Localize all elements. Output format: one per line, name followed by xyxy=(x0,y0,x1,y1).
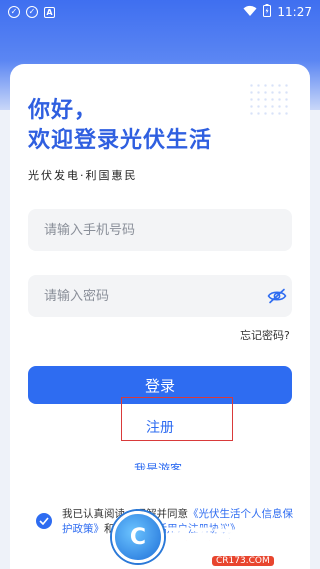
status-time: 11:27 xyxy=(277,5,312,19)
watermark-logo: C xyxy=(112,511,164,563)
agree-checkbox[interactable] xyxy=(36,513,52,529)
check-circle-icon: ✓ xyxy=(8,6,20,18)
status-bar: ✓ ✓ A 11:27 xyxy=(0,0,320,24)
status-left: ✓ ✓ A xyxy=(8,6,55,18)
register-link[interactable]: 注册 xyxy=(146,417,174,437)
guest-link[interactable]: 我是游客 xyxy=(134,460,182,470)
watermark-url-wrap: CR173.COM xyxy=(212,548,274,567)
check-circle-icon: ✓ xyxy=(26,6,38,18)
eye-off-icon[interactable] xyxy=(266,285,288,307)
highlight-box xyxy=(121,397,233,441)
app-a-icon: A xyxy=(44,6,55,18)
wifi-icon xyxy=(243,5,257,20)
watermark-title-a: 西西 xyxy=(167,527,215,553)
battery-icon xyxy=(263,4,272,20)
phone-input[interactable] xyxy=(28,209,292,251)
greeting-line2: 欢迎登录光伏生活 xyxy=(28,128,213,153)
decorative-dots xyxy=(248,82,288,118)
watermark-url: CR173.COM xyxy=(212,556,274,566)
status-right: 11:27 xyxy=(243,4,312,20)
forgot-password-link[interactable]: 忘记密码? xyxy=(240,327,290,343)
greeting-line1: 你好， xyxy=(28,98,98,123)
password-input[interactable] xyxy=(28,275,292,317)
slogan: 光伏发电·利国惠民 xyxy=(28,169,138,182)
